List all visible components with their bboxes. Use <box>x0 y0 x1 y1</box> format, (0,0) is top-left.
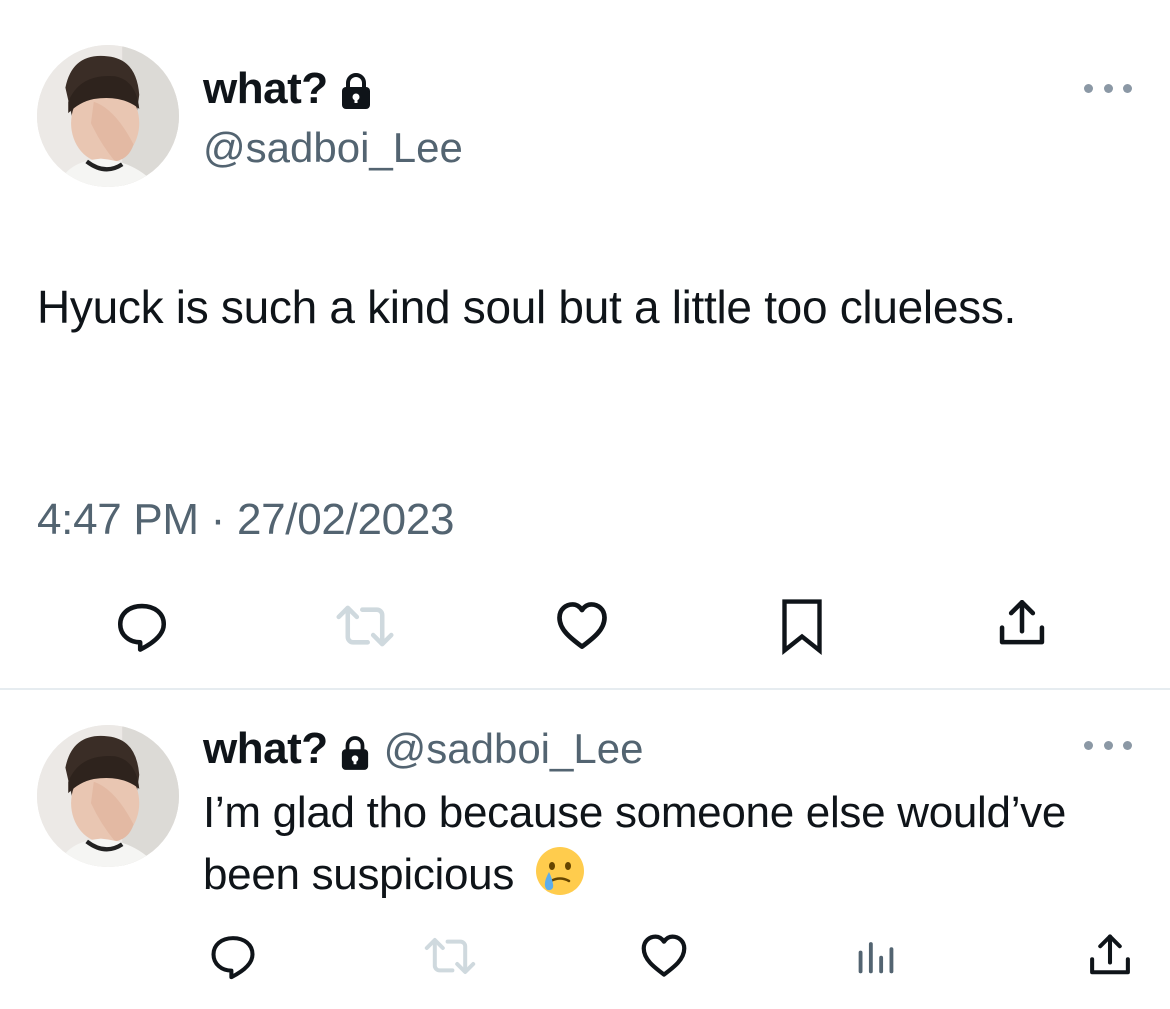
share-icon[interactable] <box>990 592 1054 656</box>
tweet-text: Hyuck is such a kind soul but a little t… <box>37 281 1016 333</box>
reply-text-content: I’m glad tho because someone else would’… <box>203 788 1067 899</box>
more-icon[interactable] <box>1084 78 1132 98</box>
avatar[interactable] <box>37 45 179 187</box>
retweet-icon[interactable] <box>330 594 400 658</box>
handle[interactable]: @sadboi_Lee <box>384 723 644 775</box>
retweet-icon[interactable] <box>418 928 482 984</box>
share-icon[interactable] <box>1080 928 1140 984</box>
avatar[interactable] <box>37 725 179 867</box>
handle[interactable]: @sadboi_Lee <box>203 123 463 173</box>
bookmark-icon[interactable] <box>770 592 834 660</box>
reply-icon[interactable] <box>203 928 263 984</box>
reply-text: I’m glad tho because someone else would’… <box>203 782 1103 906</box>
lock-icon <box>340 70 372 109</box>
avatar-photo <box>37 45 179 187</box>
tweet-author[interactable]: what? <box>203 63 372 115</box>
lock-icon <box>340 731 370 770</box>
views-icon[interactable] <box>848 928 904 984</box>
avatar-photo <box>37 725 179 867</box>
display-name[interactable]: what? <box>203 723 328 775</box>
display-name[interactable]: what? <box>203 63 328 115</box>
more-icon[interactable] <box>1084 735 1132 755</box>
divider <box>0 688 1170 690</box>
tweet-timestamp[interactable]: 4:47 PM · 27/02/2023 <box>37 492 454 548</box>
heart-icon[interactable] <box>550 594 614 658</box>
crying-face-with-tear-icon <box>534 845 586 897</box>
reply-author[interactable]: what? @sadboi_Lee <box>203 723 643 775</box>
heart-icon[interactable] <box>634 928 694 984</box>
reply-icon[interactable] <box>110 594 174 658</box>
